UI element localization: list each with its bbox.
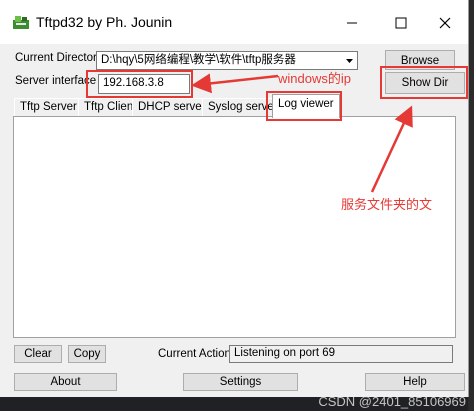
- current-action-field: Listening on port 69: [229, 345, 453, 363]
- tab-dhcp-server[interactable]: DHCP server: [132, 98, 212, 116]
- log-viewer-highlight-box: [266, 91, 342, 121]
- dir-annotation: 服务文件夹的文: [341, 197, 433, 212]
- current-action-label: Current Action: [158, 348, 231, 360]
- ip-annotation: windows的ip: [278, 71, 351, 86]
- help-button[interactable]: Help: [365, 373, 465, 391]
- current-directory-label: Current Directory: [15, 52, 103, 64]
- close-icon: [439, 17, 451, 29]
- current-directory-value: D:\hqy\5网络编程\教学\软件\tftp服务器: [101, 54, 296, 66]
- tab-tftp-server[interactable]: Tftp Server: [14, 98, 83, 116]
- title-bar[interactable]: Tftpd32 by Ph. Jounin: [0, 0, 468, 44]
- tftpd32-window: Tftpd32 by Ph. Jounin Current Directory …: [0, 0, 469, 397]
- maximize-icon: [395, 17, 407, 29]
- clear-button[interactable]: Clear: [14, 345, 62, 363]
- settings-button[interactable]: Settings: [183, 373, 298, 391]
- watermark-text: CSDN @2401_85106969: [318, 394, 466, 409]
- maximize-button[interactable]: [378, 8, 424, 38]
- ip-highlight-box: [86, 70, 193, 98]
- about-button[interactable]: About: [14, 373, 117, 391]
- ip-arrow: [191, 73, 279, 94]
- minimize-button[interactable]: [329, 8, 375, 38]
- log-viewer-panel[interactable]: [13, 116, 456, 338]
- copy-button[interactable]: Copy: [68, 345, 106, 363]
- window-title: Tftpd32 by Ph. Jounin: [36, 14, 173, 30]
- current-action-value: Listening on port 69: [234, 347, 336, 359]
- show-dir-highlight-box: [380, 66, 468, 99]
- close-button[interactable]: [422, 8, 468, 38]
- minimize-icon: [347, 22, 357, 24]
- server-interface-label: Server interface: [15, 75, 97, 87]
- app-icon: [13, 16, 29, 29]
